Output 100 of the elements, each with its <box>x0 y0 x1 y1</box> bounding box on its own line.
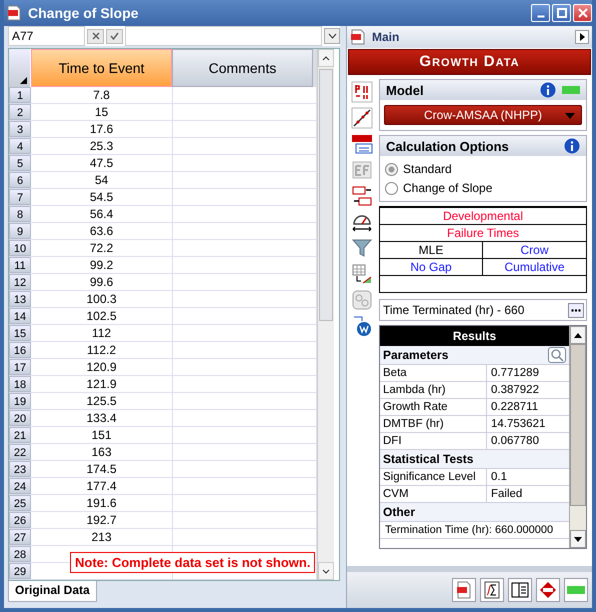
row-header[interactable]: 22 <box>9 444 31 460</box>
table-cell: 47.5 <box>31 155 173 171</box>
row-header[interactable]: 29 <box>9 563 31 579</box>
search-icon <box>550 348 564 362</box>
result-value: 0.067780 <box>490 434 540 449</box>
table-cell: 125.5 <box>31 393 173 409</box>
layout-button[interactable] <box>508 578 532 602</box>
table-cell: 99.6 <box>31 274 173 290</box>
scroll-down-icon[interactable] <box>574 536 582 542</box>
table-cell: 112 <box>31 325 173 341</box>
close-icon <box>578 8 588 18</box>
row-header[interactable]: 5 <box>9 155 31 171</box>
select-all-corner[interactable] <box>9 49 31 87</box>
row-header[interactable]: 11 <box>9 257 31 273</box>
table-cell: 15 <box>31 104 173 120</box>
row-header[interactable]: 20 <box>9 410 31 426</box>
table-chart-icon[interactable] <box>351 263 373 285</box>
row-header[interactable]: 17 <box>9 359 31 375</box>
cell-reference-field[interactable]: A77 <box>8 26 85 46</box>
section-heading: Parameters <box>383 348 448 362</box>
table-cell: 192.7 <box>31 512 173 528</box>
table-cell: 102.5 <box>31 308 173 324</box>
maximize-button[interactable] <box>552 4 571 22</box>
scroll-up-icon[interactable] <box>574 332 582 338</box>
minimize-icon <box>536 14 544 18</box>
cancel-button[interactable] <box>87 28 104 44</box>
formula-field[interactable] <box>125 26 322 46</box>
result-value: 0.771289 <box>490 366 540 381</box>
row-header[interactable]: 28 <box>9 546 31 562</box>
column-header[interactable]: Time to Event <box>31 49 172 87</box>
table-cell: 112.2 <box>31 342 173 358</box>
row-header[interactable]: 1 <box>9 87 31 103</box>
status-indicator-icon <box>562 86 580 94</box>
dropdown-button[interactable] <box>324 28 340 44</box>
parameters-icon[interactable] <box>351 81 373 103</box>
scroll-up-icon[interactable] <box>322 56 330 60</box>
row-header[interactable]: 25 <box>9 495 31 511</box>
export-icon[interactable] <box>351 315 373 337</box>
result-label: CVM <box>380 486 487 502</box>
row-header[interactable]: 16 <box>9 342 31 358</box>
vertical-scrollbar[interactable] <box>317 49 334 580</box>
model-dropdown[interactable]: Crow-AMSAA (NHPP) <box>384 105 582 125</box>
row-header[interactable]: 14 <box>9 308 31 324</box>
row-header[interactable]: 12 <box>9 274 31 290</box>
row-header[interactable]: 21 <box>9 427 31 443</box>
accept-button[interactable] <box>106 28 123 44</box>
radio-option[interactable]: Standard <box>385 162 581 176</box>
summary-cell: MLE <box>380 242 483 259</box>
section-title: Model <box>386 82 425 98</box>
row-header[interactable]: 8 <box>9 206 31 222</box>
row-header[interactable]: 7 <box>9 189 31 205</box>
row-header[interactable]: 4 <box>9 138 31 154</box>
checkmark-icon <box>110 32 119 40</box>
panel-title: Main <box>372 30 400 44</box>
minimize-button[interactable] <box>531 4 550 22</box>
row-header[interactable]: 27 <box>9 529 31 545</box>
row-header[interactable]: 13 <box>9 291 31 307</box>
table-cell: 63.6 <box>31 223 173 239</box>
formula-button[interactable] <box>480 578 504 602</box>
column-header[interactable]: Comments <box>172 49 313 87</box>
summary-cell: Failure Times <box>380 225 586 242</box>
filter-icon[interactable] <box>351 237 373 259</box>
row-header[interactable]: 2 <box>9 104 31 120</box>
table-cell: 25.3 <box>31 138 173 154</box>
radio-option[interactable]: Change of Slope <box>385 181 581 195</box>
row-header[interactable]: 15 <box>9 325 31 341</box>
row-header[interactable]: 6 <box>9 172 31 188</box>
app-icon <box>6 5 22 21</box>
table-cell: 120.9 <box>31 359 173 375</box>
corner-triangle-icon <box>20 77 27 84</box>
table-cell: 133.4 <box>31 410 173 426</box>
transfer-icon[interactable] <box>351 185 373 207</box>
report-button[interactable] <box>452 578 476 602</box>
status-button[interactable] <box>564 578 588 602</box>
info-icon[interactable] <box>540 82 556 98</box>
info-icon[interactable] <box>564 138 580 154</box>
indicator-bar-icon <box>567 586 585 594</box>
row-header[interactable]: 3 <box>9 121 31 137</box>
plot-icon[interactable] <box>351 107 373 129</box>
row-header[interactable]: 26 <box>9 512 31 528</box>
scroll-down-icon[interactable] <box>322 568 330 574</box>
search-button[interactable] <box>548 347 566 363</box>
more-button[interactable] <box>568 302 584 318</box>
sigma-icon <box>483 581 501 599</box>
table-cell: 100.3 <box>31 291 173 307</box>
caret-icon <box>565 113 575 119</box>
logo-button[interactable] <box>536 578 560 602</box>
summary-cell: Developmental <box>380 208 586 225</box>
row-header[interactable]: 19 <box>9 393 31 409</box>
vertical-scrollbar[interactable] <box>569 326 586 548</box>
row-header[interactable]: 23 <box>9 461 31 477</box>
result-label: Growth Rate <box>380 399 487 415</box>
window-title: Change of Slope <box>28 5 140 21</box>
expand-button[interactable] <box>575 30 589 44</box>
row-header[interactable]: 24 <box>9 478 31 494</box>
row-header[interactable]: 18 <box>9 376 31 392</box>
close-button[interactable] <box>573 4 592 22</box>
row-header[interactable]: 9 <box>9 223 31 239</box>
row-header[interactable]: 10 <box>9 240 31 256</box>
sheet-tab[interactable]: Original Data <box>8 581 97 602</box>
